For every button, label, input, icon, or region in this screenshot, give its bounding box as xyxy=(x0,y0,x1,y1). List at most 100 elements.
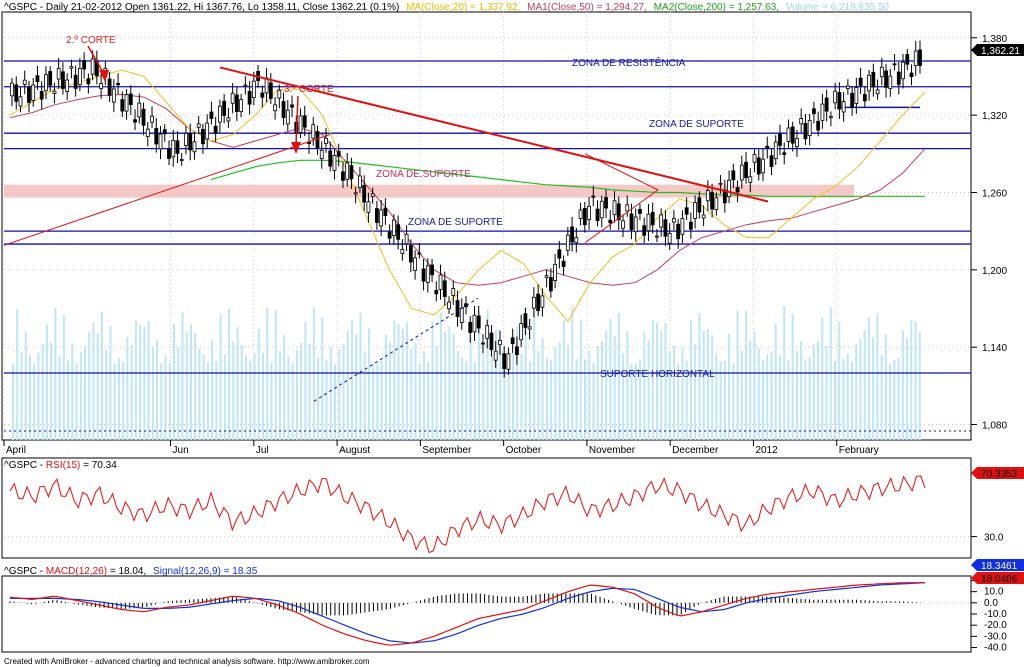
candle-body xyxy=(850,92,855,108)
volume-bar xyxy=(893,359,896,440)
volume-bar xyxy=(732,363,735,440)
price-last-tag: 1,362.21 xyxy=(971,44,1024,57)
candle-body xyxy=(133,119,137,123)
candle-body xyxy=(438,274,443,290)
volume-bar xyxy=(304,322,307,440)
volume-bar xyxy=(202,354,205,440)
candle-body xyxy=(52,90,57,94)
candle-body xyxy=(625,204,630,212)
volume-bar xyxy=(656,322,659,440)
rsi-last-tag: 70.3353 xyxy=(971,467,1024,480)
candle-body xyxy=(111,88,116,103)
candle-body xyxy=(417,252,422,255)
candle-body xyxy=(710,192,714,210)
volume-bar xyxy=(541,338,544,440)
volume-bar xyxy=(880,354,883,440)
candle-body xyxy=(748,176,753,183)
volume-bar xyxy=(787,359,790,440)
volume-bar xyxy=(92,322,95,440)
volume-bar xyxy=(189,324,192,440)
candle-body xyxy=(290,104,294,108)
volume-bar xyxy=(511,352,514,440)
volume-bar xyxy=(41,343,44,440)
volume-bar xyxy=(821,317,824,440)
volume-bar xyxy=(461,357,464,440)
volume-bar xyxy=(20,352,23,440)
volume-bar xyxy=(901,330,904,440)
volume-bar xyxy=(571,307,574,440)
candle-body xyxy=(515,346,519,356)
volume-bar xyxy=(778,355,781,440)
candle-body xyxy=(688,221,693,230)
volume-bar xyxy=(240,345,243,440)
label-zona-suporte-3: ZONA DE SUPORTE xyxy=(408,217,503,228)
volume-bar xyxy=(537,351,540,440)
candle-body xyxy=(587,205,591,220)
volume-bar xyxy=(130,344,133,440)
volume-bar xyxy=(16,308,19,440)
volume-bar xyxy=(469,337,472,440)
candle-body xyxy=(374,208,379,223)
volume-bar xyxy=(431,321,434,440)
candle-body xyxy=(578,209,583,220)
candle-body xyxy=(39,91,44,100)
candle-body xyxy=(421,268,426,282)
candle-body xyxy=(222,100,227,116)
label-2-corte: 2.º CORTE xyxy=(66,35,116,46)
volume-bar xyxy=(817,341,820,440)
volume-bar xyxy=(359,312,362,440)
candle-body xyxy=(765,145,770,149)
candle-body xyxy=(476,315,481,329)
candle-body xyxy=(396,224,401,240)
candle-body xyxy=(828,116,833,119)
volume-bar xyxy=(372,364,375,440)
volume-bar xyxy=(194,332,197,440)
volume-bar xyxy=(588,350,591,440)
volume-bar xyxy=(846,353,849,440)
candle-body xyxy=(145,128,150,138)
candle-body xyxy=(913,50,918,66)
candle-body xyxy=(48,71,53,86)
candle-body xyxy=(557,249,562,259)
volume-bar xyxy=(757,348,760,440)
volume-bar xyxy=(660,330,663,440)
candle-body xyxy=(680,218,685,235)
candle-body xyxy=(10,82,14,97)
rsi-header-prefix: ^GSPC - xyxy=(4,460,46,471)
price-header-ma20: MA(Close,20) = 1,337.92, xyxy=(406,2,520,13)
volume-bar xyxy=(274,310,277,440)
candle-body xyxy=(493,350,498,361)
volume-bar xyxy=(346,331,349,440)
candle-body xyxy=(570,226,574,243)
label-suporte-horizontal: SUPORTE HORIZONTAL xyxy=(600,369,715,380)
volume-bar xyxy=(33,363,36,440)
volume-bar xyxy=(223,354,226,440)
candle-body xyxy=(86,78,91,85)
price-y-tick-label: 1,260 xyxy=(982,188,1007,199)
volume-bar xyxy=(728,333,731,440)
price-header-ma200: MA2(Close,200) = 1,257.63, xyxy=(654,2,779,13)
candle-body xyxy=(230,92,235,104)
price-y-axis: 1,080 1,140 1,200 1,260 1,320 1,380 xyxy=(971,34,1007,432)
volume-bar xyxy=(228,308,231,440)
macd-y-tick-label: -10.0 xyxy=(984,609,1007,620)
candle-body xyxy=(574,237,579,243)
candle-body xyxy=(158,133,163,150)
volume-bar xyxy=(562,319,565,440)
candle-body xyxy=(175,140,180,154)
price-y-tick-label: 1,140 xyxy=(982,343,1007,354)
price-y-tick-label: 1,200 xyxy=(982,266,1007,277)
volume-bar xyxy=(613,336,616,440)
month-label: August xyxy=(339,445,370,456)
volume-bar xyxy=(804,359,807,440)
macd-y-tick-label: -30.0 xyxy=(984,631,1007,642)
macd-header-value: = 18.04, xyxy=(110,566,146,577)
volume-bar xyxy=(842,359,845,440)
volume-bar xyxy=(829,307,832,440)
candle-body xyxy=(816,120,821,131)
volume-bar xyxy=(270,362,273,440)
macd-last-tags: 18.3461 18.0406 xyxy=(971,559,1024,585)
volume-bar xyxy=(164,354,167,440)
volume-bar xyxy=(261,352,264,440)
candle-body xyxy=(349,165,354,180)
